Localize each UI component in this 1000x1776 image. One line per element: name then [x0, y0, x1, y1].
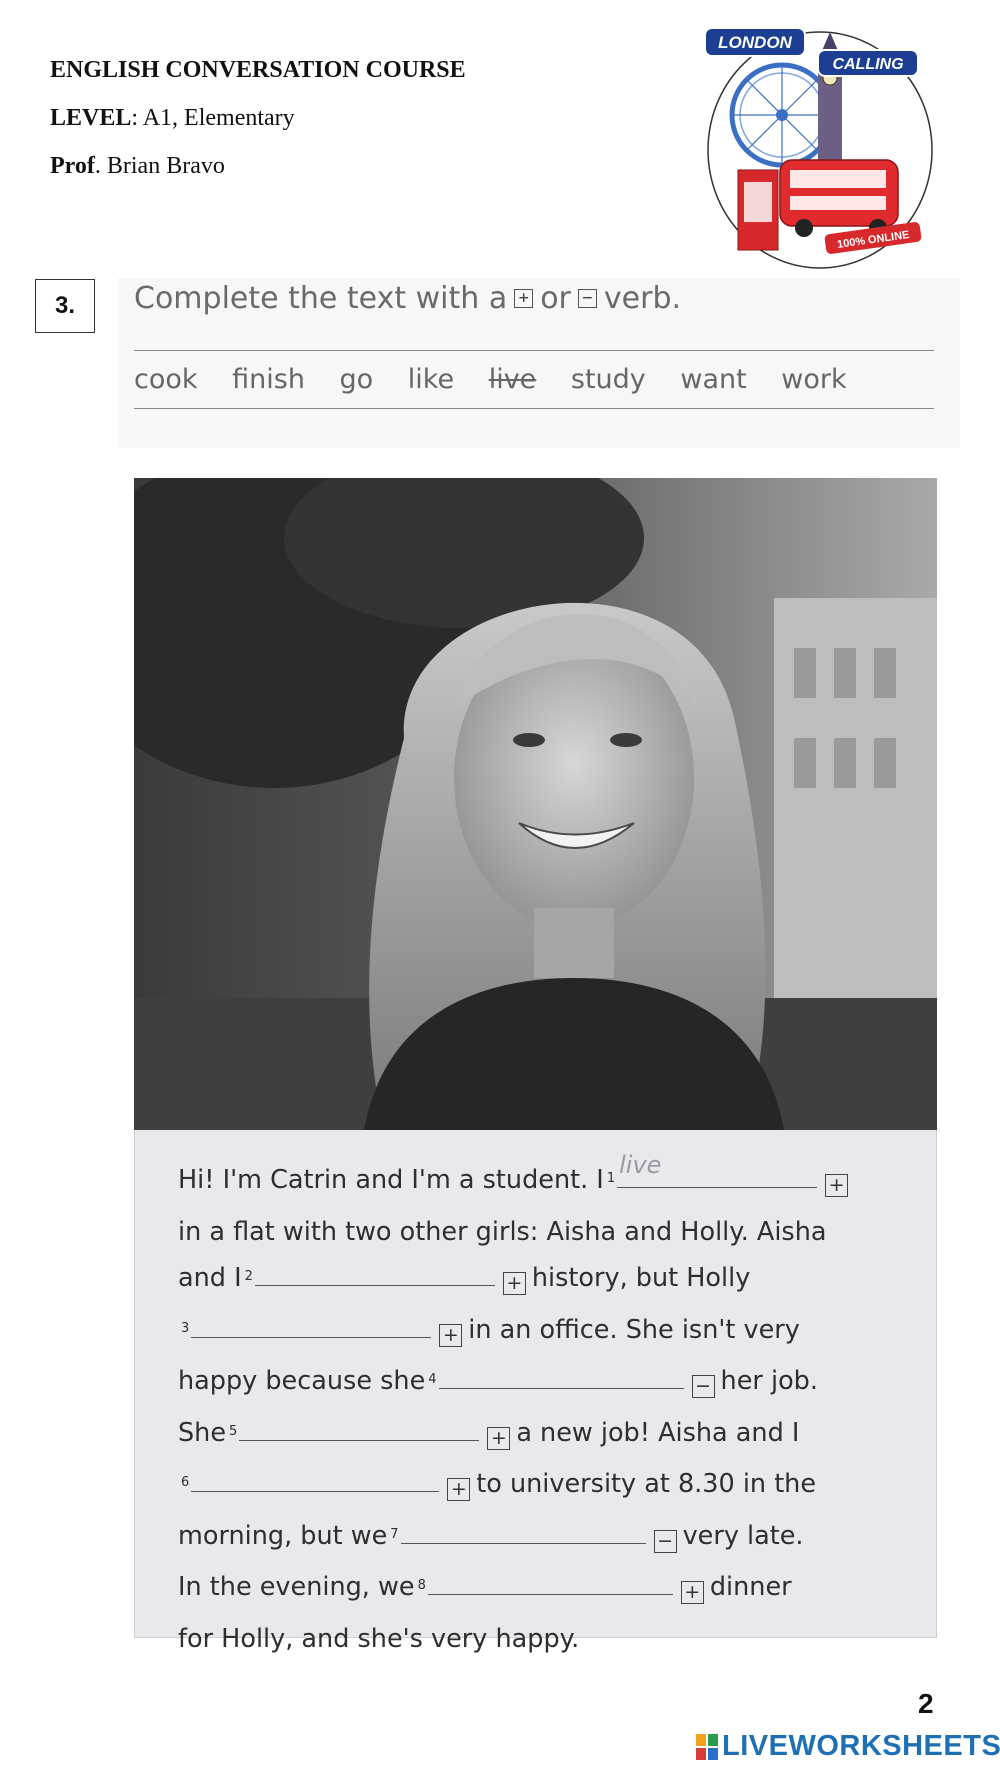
- text-segment: morning, but we: [178, 1520, 388, 1551]
- gap-7-input[interactable]: [400, 1521, 646, 1544]
- text-segment: dinner: [709, 1572, 792, 1602]
- gap-number-3: 3: [181, 1320, 190, 1336]
- gap-number-1: 1: [606, 1171, 616, 1186]
- text-segment: in a flat with two other girls: Aisha an…: [178, 1216, 827, 1247]
- text-segment: in an office. She isn't very: [468, 1314, 800, 1345]
- gap-6-input[interactable]: [191, 1469, 440, 1492]
- prof-label: Prof: [50, 153, 95, 179]
- text-segment: history, but Holly: [531, 1263, 751, 1293]
- minus-box-icon: −: [691, 1375, 715, 1398]
- text-segment: happy because she: [178, 1366, 426, 1396]
- level-label: LEVEL: [50, 105, 132, 131]
- liveworksheets-logo-icon: [696, 1733, 718, 1760]
- word-box-top-rule: [134, 350, 934, 351]
- svg-text:CALLING: CALLING: [832, 56, 903, 73]
- word-box: cook finish go like live study want work: [134, 364, 873, 395]
- reading-text: Hi! I'm Catrin and I'm a student. I 1 li…: [178, 1151, 918, 1663]
- gap-5-input[interactable]: [239, 1418, 480, 1441]
- exercise-instruction: Complete the text with a + or − verb.: [134, 281, 681, 316]
- gap-number-4: 4: [428, 1372, 437, 1387]
- text-line-1: Hi! I'm Catrin and I'm a student. I 1 li…: [178, 1151, 918, 1209]
- gap-8-input[interactable]: [427, 1572, 673, 1595]
- plus-box-icon: +: [680, 1581, 704, 1604]
- gap-1-answer: live: [619, 1150, 662, 1179]
- level-line: LEVEL: A1, Elementary: [50, 94, 466, 142]
- london-calling-logo-icon: LONDON CALLING 100% ONLINE: [700, 20, 940, 270]
- gap-number-6: 6: [181, 1475, 190, 1490]
- text-line-6: She 5 + a new job! Aisha and I: [178, 1410, 918, 1462]
- svg-text:LONDON: LONDON: [718, 33, 792, 52]
- plus-box-icon: +: [514, 289, 534, 308]
- word-go: go: [339, 364, 374, 395]
- word-finish: finish: [232, 364, 305, 395]
- course-title-text: ENGLISH CONVERSATION COURSE: [50, 57, 466, 83]
- smiling-woman-photo: [134, 478, 937, 1130]
- text-segment: to university at 8.30 in the: [476, 1469, 817, 1499]
- word-study: study: [570, 364, 646, 395]
- word-live-struck: live: [488, 364, 537, 395]
- level-value: : A1, Elementary: [131, 105, 295, 131]
- text-line-7: 6 + to university at 8.30 in the: [178, 1461, 918, 1513]
- gap-number-7: 7: [390, 1526, 399, 1542]
- text-line-9: In the evening, we 8 + dinner: [178, 1564, 918, 1616]
- text-line-10: for Holly, and she's very happy.: [178, 1616, 918, 1663]
- page-number: 2: [918, 1688, 934, 1719]
- instruction-text-pre: Complete the text with a: [134, 281, 508, 316]
- instruction-text-mid: or: [540, 281, 571, 316]
- gap-3-input[interactable]: [191, 1315, 432, 1338]
- text-line-8: morning, but we 7 − very late.: [178, 1513, 918, 1565]
- gap-4-input[interactable]: [438, 1366, 684, 1389]
- plus-box-icon: +: [447, 1478, 471, 1501]
- text-segment: her job.: [720, 1366, 818, 1396]
- gap-1-example: live: [617, 1151, 818, 1188]
- plus-box-icon: +: [487, 1426, 511, 1450]
- prof-value: . Brian Bravo: [94, 153, 225, 179]
- document-header: ENGLISH CONVERSATION COURSE LEVEL: A1, E…: [50, 46, 466, 190]
- text-segment: Hi! I'm Catrin and I'm a student. I: [178, 1165, 604, 1195]
- plus-box-icon: +: [439, 1323, 463, 1347]
- exercise-number: 3.: [35, 279, 95, 333]
- minus-box-icon: −: [577, 289, 597, 308]
- text-line-5: happy because she 4 − her job.: [178, 1358, 918, 1410]
- minus-box-icon: −: [653, 1529, 677, 1553]
- text-segment: and I: [178, 1263, 242, 1293]
- liveworksheets-brand[interactable]: LIVEWORKSHEETS: [696, 1730, 1000, 1763]
- text-segment: She: [178, 1417, 227, 1448]
- plus-box-icon: +: [502, 1272, 526, 1295]
- gap-2-input[interactable]: [254, 1263, 495, 1286]
- text-line-3: and I 2 + history, but Holly: [178, 1255, 918, 1307]
- instruction-text-post: verb.: [603, 281, 682, 316]
- text-segment: very late.: [682, 1520, 804, 1551]
- gap-number-8: 8: [417, 1578, 426, 1593]
- word-want: want: [680, 364, 747, 395]
- text-segment: for Holly, and she's very happy.: [178, 1623, 580, 1654]
- word-box-bottom-rule: [134, 408, 934, 409]
- text-segment: In the evening, we: [178, 1572, 415, 1602]
- professor-line: Prof. Brian Bravo: [50, 142, 466, 190]
- word-cook: cook: [134, 364, 198, 395]
- word-like: like: [407, 364, 455, 395]
- gap-number-2: 2: [244, 1269, 253, 1284]
- text-segment: a new job! Aisha and I: [516, 1417, 800, 1448]
- word-work: work: [781, 364, 847, 395]
- text-line-4: 3 + in an office. She isn't very: [178, 1307, 918, 1359]
- plus-box-icon: +: [825, 1174, 849, 1197]
- brand-text: LIVEWORKSHEETS: [722, 1730, 1000, 1762]
- course-title: ENGLISH CONVERSATION COURSE: [50, 46, 466, 94]
- gap-number-5: 5: [229, 1423, 238, 1439]
- text-line-2: in a flat with two other girls: Aisha an…: [178, 1209, 918, 1256]
